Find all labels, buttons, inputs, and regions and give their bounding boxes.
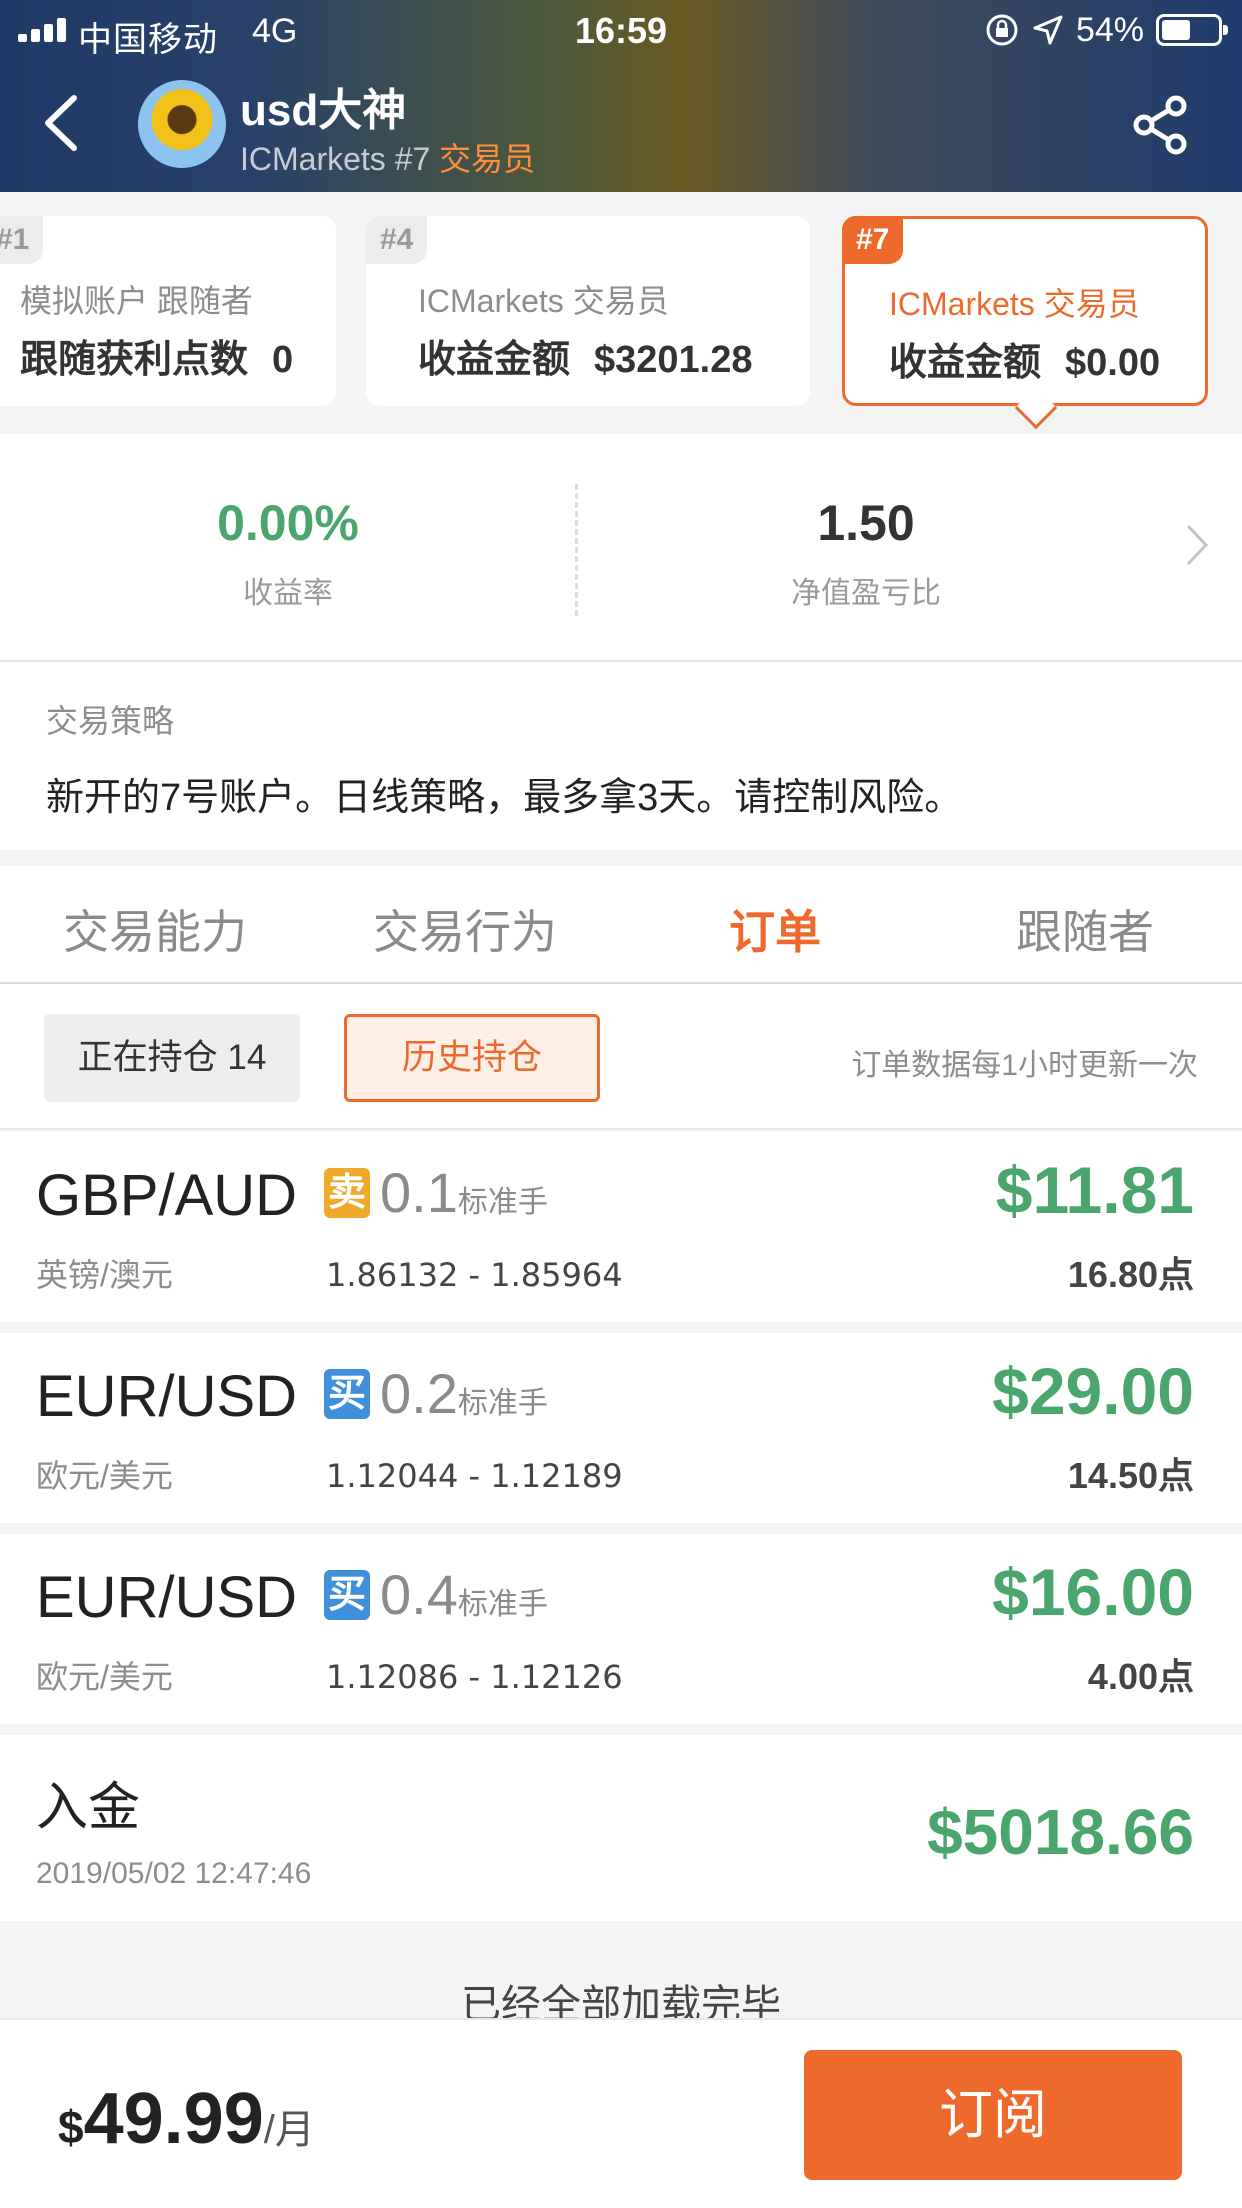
return-rate-value: 0.00% <box>217 495 359 551</box>
lot-size: 0.2标准手 <box>380 1361 548 1426</box>
currency-pair-cn: 欧元/美元 <box>36 1458 173 1494</box>
profit-points: 16.80点 <box>1067 1254 1194 1295</box>
lot-value: 0.1 <box>380 1161 458 1224</box>
profit-amount: $16.00 <box>992 1555 1194 1629</box>
deposit-row[interactable]: 入金 2019/05/02 12:47:46 $5018.66 <box>0 1735 1242 1921</box>
section-tabs: 交易能力 交易行为 订单 跟随者 <box>0 866 1242 984</box>
tab-behavior[interactable]: 交易行为 <box>310 896 620 962</box>
update-note: 订单数据每1小时更新一次 <box>851 1049 1198 1082</box>
lot-size: 0.4标准手 <box>380 1562 548 1627</box>
profit-points: 14.50点 <box>1067 1455 1194 1496</box>
metric-label: 收益金额 <box>889 342 1042 384</box>
share-icon[interactable] <box>1130 94 1192 156</box>
trading-strategy: 交易策略 新开的7号账户。日线策略，最多拿3天。请控制风险。 <box>0 662 1242 850</box>
account-card-7[interactable]: #7 ICMarkets 交易员 收益金额 $0.00 <box>842 216 1208 430</box>
account-metric: 跟随获利点数 0 <box>20 328 293 383</box>
equity-ratio-stat: 1.50 净值盈亏比 <box>578 494 1154 612</box>
strategy-text: 新开的7号账户。日线策略，最多拿3天。请控制风险。 <box>46 777 963 819</box>
metric-value: 0 <box>272 339 294 381</box>
battery-icon <box>1156 14 1228 46</box>
open-close-price: 1.86132 - 1.85964 <box>326 1256 623 1294</box>
battery-percent: 54% <box>1075 10 1144 49</box>
chevron-right-icon[interactable] <box>1182 520 1212 570</box>
account-tag: #4 <box>366 216 428 264</box>
open-close-price: 1.12086 - 1.12126 <box>326 1658 623 1696</box>
subscription-price: $49.99/月 <box>58 2078 315 2160</box>
broker-account: ICMarkets #7 <box>240 141 431 177</box>
lot-unit: 标准手 <box>457 1387 548 1420</box>
currency-pair: EUR/USD <box>36 1565 298 1630</box>
price-period: /月 <box>263 2108 315 2152</box>
sell-badge: 卖 <box>324 1168 370 1218</box>
equity-ratio-label: 净值盈亏比 <box>791 577 941 610</box>
account-type: ICMarkets 交易员 <box>418 283 669 319</box>
open-close-price: 1.12044 - 1.12189 <box>326 1457 623 1495</box>
order-row[interactable]: GBP/AUD 英镑/澳元 卖 0.1标准手 1.86132 - 1.85964… <box>0 1132 1242 1322</box>
order-row[interactable]: EUR/USD 欧元/美元 买 0.2标准手 1.12044 - 1.12189… <box>0 1333 1242 1523</box>
price-currency: $ <box>58 2101 84 2153</box>
lot-size: 0.1标准手 <box>380 1160 548 1225</box>
selected-pointer <box>1014 386 1058 430</box>
performance-stats[interactable]: 0.00% 收益率 1.50 净值盈亏比 <box>0 434 1242 662</box>
account-card-1[interactable]: #1 模拟账户 跟随者 跟随获利点数 0 <box>0 216 336 406</box>
metric-label: 跟随获利点数 <box>20 339 249 381</box>
buy-badge: 买 <box>324 1570 370 1620</box>
tab-orders[interactable]: 订单 <box>620 896 930 962</box>
metric-label: 收益金额 <box>418 339 571 381</box>
trader-subtitle: ICMarkets #7 交易员 <box>240 134 535 180</box>
back-button[interactable] <box>36 88 86 158</box>
currency-pair-cn: 英镑/澳元 <box>36 1257 173 1293</box>
return-rate-stat: 0.00% 收益率 <box>0 494 576 612</box>
rotation-lock-icon <box>986 14 1018 46</box>
avatar[interactable] <box>138 80 226 168</box>
trader-name: usd大神 <box>240 86 407 135</box>
tab-ability[interactable]: 交易能力 <box>0 896 310 962</box>
currency-pair: GBP/AUD <box>36 1163 298 1228</box>
profit-amount: $11.81 <box>995 1153 1194 1227</box>
currency-pair: EUR/USD <box>36 1364 298 1429</box>
deposit-amount: $5018.66 <box>927 1796 1194 1868</box>
price-amount: 49.99 <box>83 2079 264 2159</box>
lot-value: 0.2 <box>380 1362 458 1425</box>
return-rate-label: 收益率 <box>243 577 333 610</box>
account-card-strip: #1 模拟账户 跟随者 跟随获利点数 0 #4 ICMarkets 交易员 收益金… <box>0 192 1242 434</box>
account-card-4[interactable]: #4 ICMarkets 交易员 收益金额 $3201.28 <box>366 216 810 406</box>
subscribe-bar: $49.99/月 订阅 <box>0 2018 1242 2208</box>
lot-unit: 标准手 <box>457 1588 548 1621</box>
profit-amount: $29.00 <box>992 1354 1194 1428</box>
order-row[interactable]: EUR/USD 欧元/美元 买 0.4标准手 1.12086 - 1.12126… <box>0 1534 1242 1724</box>
account-type: 模拟账户 跟随者 <box>20 283 253 319</box>
lot-unit: 标准手 <box>457 1186 548 1219</box>
currency-pair-cn: 欧元/美元 <box>36 1659 173 1695</box>
subscribe-button[interactable]: 订阅 <box>804 2050 1182 2180</box>
metric-value: $3201.28 <box>594 339 753 381</box>
account-metric: 收益金额 $0.00 <box>889 331 1160 386</box>
lot-value: 0.4 <box>380 1563 458 1626</box>
deposit-label: 入金 <box>36 1779 141 1837</box>
account-tag: #1 <box>0 216 44 264</box>
history-positions-button[interactable]: 历史持仓 <box>344 1014 600 1102</box>
deposit-datetime: 2019/05/02 12:47:46 <box>36 1857 312 1890</box>
metric-value: $0.00 <box>1065 342 1161 384</box>
profit-points: 4.00点 <box>1087 1656 1194 1697</box>
order-filter: 正在持仓 14 历史持仓 订单数据每1小时更新一次 <box>0 984 1242 1130</box>
app-header: 中国移动 4G 16:59 54% usd大神 ICMarkets #7 交易员 <box>0 0 1242 192</box>
status-bar: 中国移动 4G 16:59 54% <box>0 0 1242 60</box>
account-metric: 收益金额 $3201.28 <box>418 328 753 383</box>
location-arrow-icon <box>1033 15 1063 45</box>
trader-role: 交易员 <box>439 141 536 177</box>
strategy-title: 交易策略 <box>46 703 175 739</box>
buy-badge: 买 <box>324 1369 370 1419</box>
status-icons: 54% <box>984 10 1228 50</box>
tab-followers[interactable]: 跟随者 <box>930 896 1240 962</box>
account-type: ICMarkets 交易员 <box>889 286 1140 322</box>
equity-ratio-value: 1.50 <box>817 495 915 551</box>
open-positions-button[interactable]: 正在持仓 14 <box>44 1014 300 1102</box>
account-tag: #7 <box>842 216 904 264</box>
